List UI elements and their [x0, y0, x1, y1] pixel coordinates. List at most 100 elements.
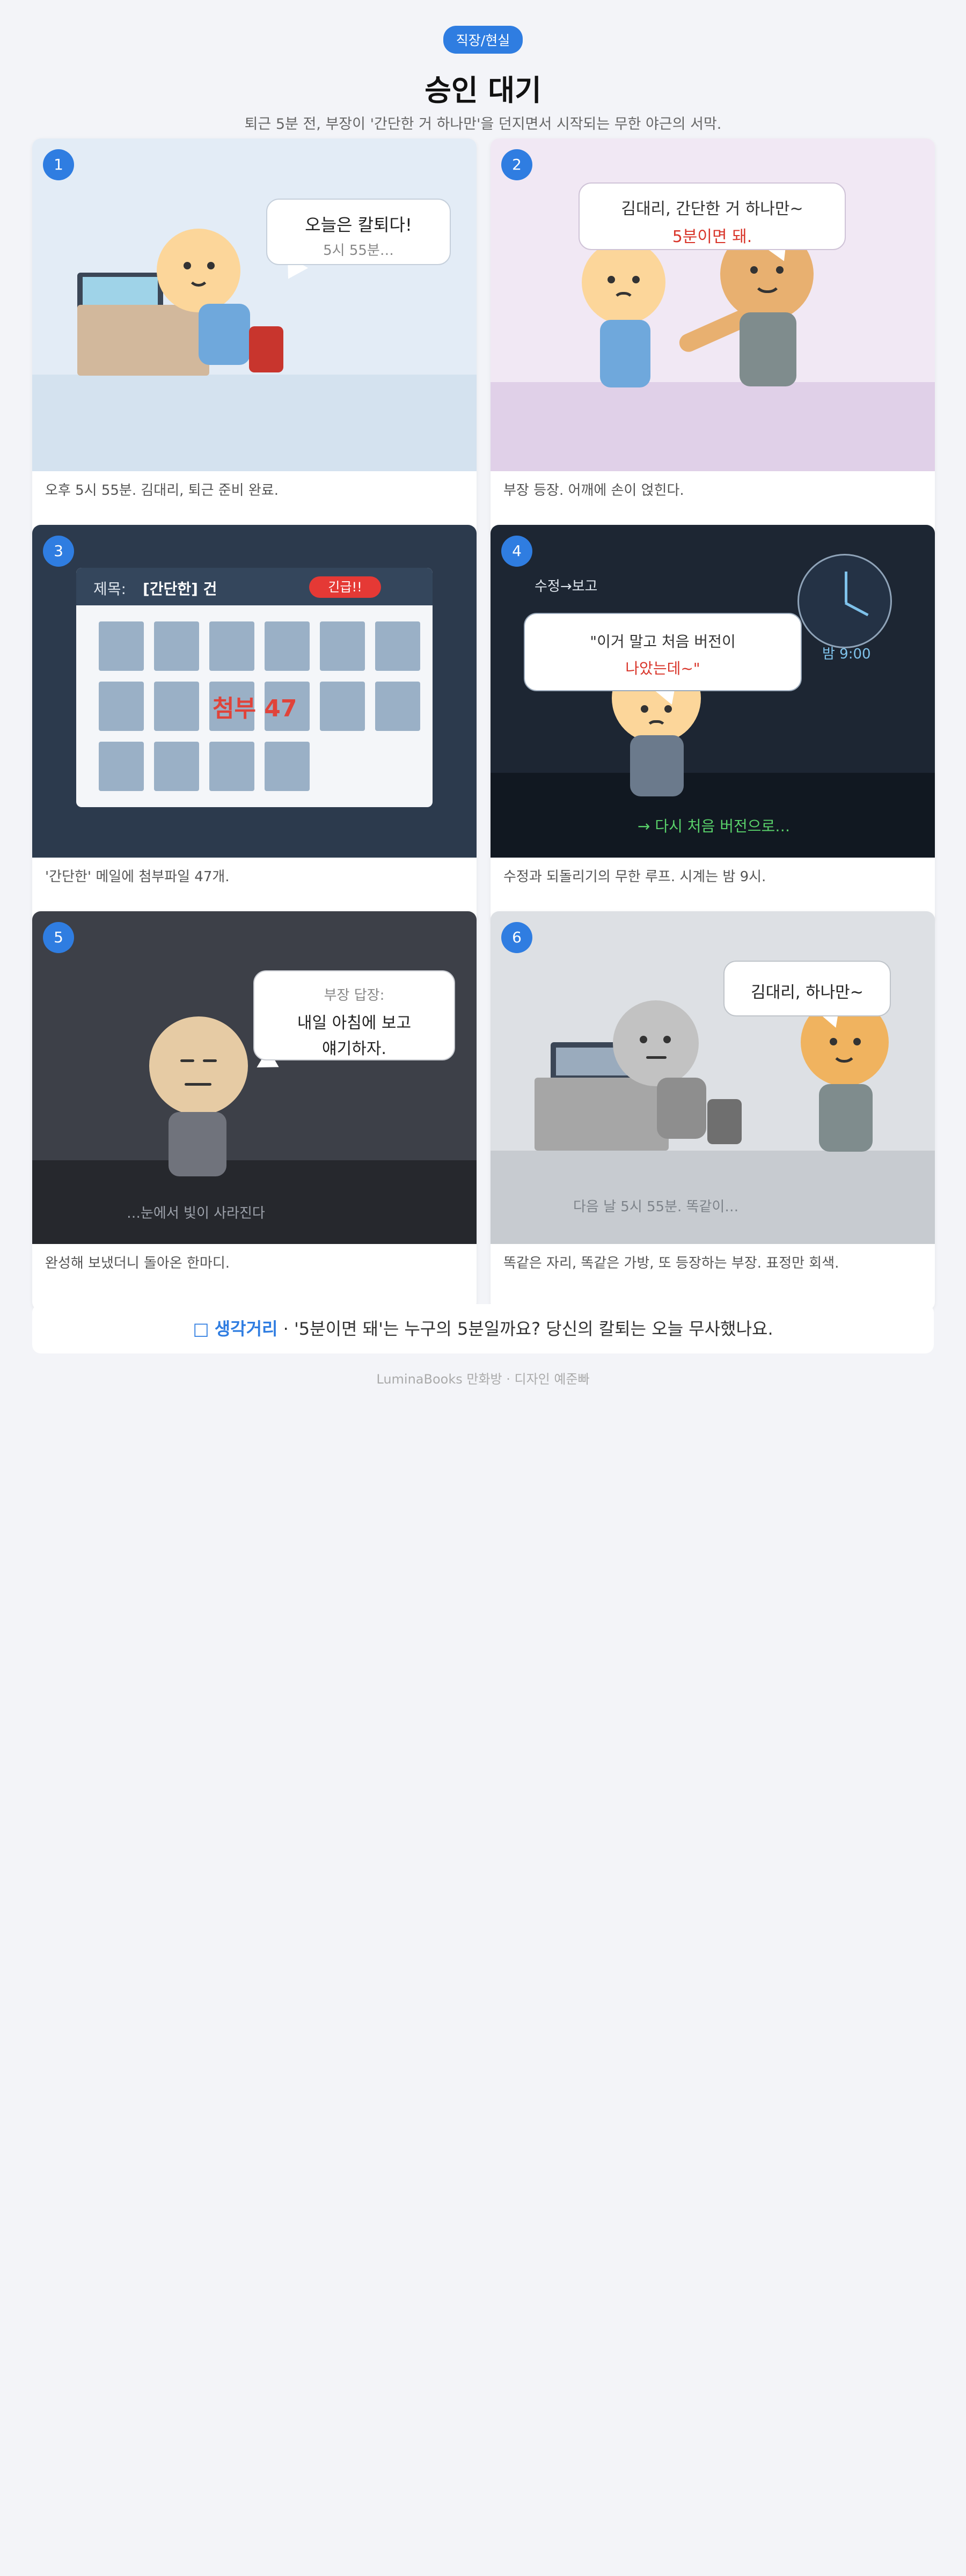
bag	[707, 1099, 742, 1144]
attachment-tile[interactable]	[320, 682, 365, 731]
speech-bubble: 부장 답장: 내일 아침에 보고 얘기하자.	[253, 970, 455, 1060]
bubble-text: 오늘은 칼퇴다!	[305, 215, 412, 235]
clock-hour-hand	[845, 572, 847, 603]
bubble-text: 내일 아침에 보고	[297, 1014, 412, 1033]
kim-body	[169, 1112, 226, 1176]
panel-number: 2	[501, 149, 532, 180]
panel-caption: 똑같은 자리, 똑같은 가방, 또 등장하는 부장. 표정만 회색.	[503, 1255, 839, 1271]
panel-number: 3	[43, 536, 74, 567]
closed-eye	[180, 1059, 194, 1062]
comic-panel-1: 오늘은 칼퇴다! 5시 55분… 1 오후 5시 55분. 김대리, 퇴근 준비…	[32, 138, 477, 538]
kim-face	[582, 240, 665, 324]
panel-2-scene: 김대리, 간단한 거 하나만~ 5분이면 돼.	[491, 138, 935, 471]
subject-value[interactable]: [간단한] 건	[143, 577, 217, 599]
panel-caption: 부장 등장. 어깨에 손이 얹힌다.	[503, 482, 684, 499]
panel-number: 6	[501, 922, 532, 953]
attachment-tile[interactable]	[209, 742, 254, 791]
bubble-text: "이거 말고 처음 버전이	[590, 633, 736, 650]
comic-panel-2: 김대리, 간단한 거 하나만~ 5분이면 돼. 2 부장 등장. 어깨에 손이 …	[491, 138, 935, 538]
panel-number: 5	[43, 922, 74, 953]
panel-caption: '간단한' 메일에 첨부파일 47개.	[45, 869, 230, 885]
eye	[608, 276, 615, 283]
bubble-highlight-text: 나았는데~"	[625, 660, 700, 677]
attachment-tile[interactable]	[320, 621, 365, 671]
bubble-header: 부장 답장:	[324, 987, 385, 1004]
kim-body	[199, 304, 250, 365]
attachment-tile[interactable]	[154, 621, 199, 671]
attachment-tile[interactable]	[265, 621, 310, 671]
kim-body	[600, 320, 650, 387]
panel-caption: 오후 5시 55분. 김대리, 퇴근 준비 완료.	[45, 482, 279, 499]
panel-number: 4	[501, 536, 532, 567]
kim-face	[157, 229, 240, 312]
eye	[776, 266, 784, 274]
speech-bubble: 김대리, 하나만~	[723, 961, 891, 1016]
panel-4-scene: 수정→보고 밤 9:00 "이거 말고 처음 버전이 나았는데~" → 다시 처…	[491, 525, 935, 858]
attachment-tile[interactable]	[265, 742, 310, 791]
speech-bubble: "이거 말고 처음 버전이 나았는데~"	[524, 613, 802, 691]
category-badge[interactable]: 직장/현실	[443, 26, 523, 54]
smile-mouth	[753, 280, 781, 293]
reflection-note: □ 생각거리 · '5분이면 돼'는 누구의 5분일까요? 당신의 칼퇴는 오늘…	[32, 1304, 934, 1353]
attachment-tile[interactable]	[99, 621, 144, 671]
bubble-text: 김대리, 간단한 거 하나만~	[621, 200, 803, 218]
attachment-tile[interactable]	[154, 682, 199, 731]
smile-mouth	[188, 276, 209, 287]
clock-time: 밤 9:00	[822, 646, 871, 662]
kim-face	[149, 1016, 248, 1115]
panel-6-scene: 김대리, 하나만~ 다음 날 5시 55분. 똑같이…	[491, 911, 935, 1244]
flat-mouth	[646, 1056, 667, 1059]
monitor-screen	[83, 277, 158, 305]
panel-3-scene: 제목: [간단한] 건 긴급!! 첨부 47	[32, 525, 477, 858]
bulb-icon: □	[193, 1319, 209, 1339]
flat-mouth	[185, 1083, 211, 1086]
floor	[491, 382, 935, 471]
comic-panel-4: 수정→보고 밤 9:00 "이거 말고 처음 버전이 나았는데~" → 다시 처…	[491, 525, 935, 924]
attachment-tile[interactable]	[154, 742, 199, 791]
bag	[249, 326, 283, 372]
panel-5-scene: 부장 답장: 내일 아침에 보고 얘기하자. …눈에서 빛이 사라진다	[32, 911, 477, 1244]
bubble-text: 김대리, 하나만~	[751, 983, 863, 1002]
floor	[32, 375, 477, 471]
panel-caption: 완성해 보냈더니 돌아온 한마디.	[45, 1255, 230, 1271]
bubble-highlight-text: 5분이면 돼.	[672, 228, 752, 246]
loop-label: 수정→보고	[535, 579, 598, 595]
eye	[641, 705, 648, 713]
attachment-tile[interactable]	[99, 742, 144, 791]
panel-number: 1	[43, 149, 74, 180]
page-header: 직장/현실 승인 대기 퇴근 5분 전, 부장이 '간단한 거 하나만'을 던지…	[0, 26, 966, 133]
clock-minute-hand	[844, 602, 869, 617]
bubble-text: 얘기하자.	[322, 1040, 386, 1058]
attachment-tile[interactable]	[99, 682, 144, 731]
eye	[184, 262, 191, 269]
attachment-tile[interactable]	[209, 621, 254, 671]
desk	[535, 1078, 669, 1151]
loop-status-text: → 다시 처음 버전으로…	[638, 817, 791, 835]
comic-panel-6: 김대리, 하나만~ 다음 날 5시 55분. 똑같이… 6 똑같은 자리, 똑같…	[491, 911, 935, 1311]
kim-body	[630, 735, 684, 796]
kim-body	[657, 1078, 706, 1139]
frown-mouth	[646, 720, 667, 729]
eye	[640, 1036, 647, 1043]
eye	[750, 266, 758, 274]
panel-caption: 수정과 되돌리기의 무한 루프. 시계는 밤 9시.	[503, 869, 766, 885]
eye	[830, 1038, 837, 1045]
desk	[77, 305, 209, 376]
note-text: · '5분이면 돼'는 누구의 5분일까요? 당신의 칼퇴는 오늘 무사했나요.	[277, 1319, 773, 1339]
email-window: 제목: [간단한] 건 긴급!! 첨부 47	[76, 568, 433, 807]
attachment-tile[interactable]	[375, 621, 420, 671]
frown-mouth	[613, 292, 634, 302]
comic-panel-3: 제목: [간단한] 건 긴급!! 첨부 47 3 '간단한' 메일에 첨부파일 …	[32, 525, 477, 924]
closed-eye	[203, 1059, 217, 1062]
speech-bubble: 김대리, 간단한 거 하나만~ 5분이면 돼.	[579, 182, 846, 250]
page-title: 승인 대기	[425, 74, 541, 107]
boss-body	[740, 312, 796, 386]
boss-body	[819, 1084, 873, 1152]
note-highlight: 생각거리	[214, 1319, 278, 1339]
page-subtitle: 퇴근 5분 전, 부장이 '간단한 거 하나만'을 던지면서 시작되는 무한 야…	[244, 116, 722, 133]
panel-1-scene: 오늘은 칼퇴다! 5시 55분…	[32, 138, 477, 471]
comic-panel-5: 부장 답장: 내일 아침에 보고 얘기하자. …눈에서 빛이 사라진다 5 완성…	[32, 911, 477, 1311]
eye	[632, 276, 640, 283]
attachment-tile[interactable]	[375, 682, 420, 731]
kim-face	[613, 1000, 699, 1086]
